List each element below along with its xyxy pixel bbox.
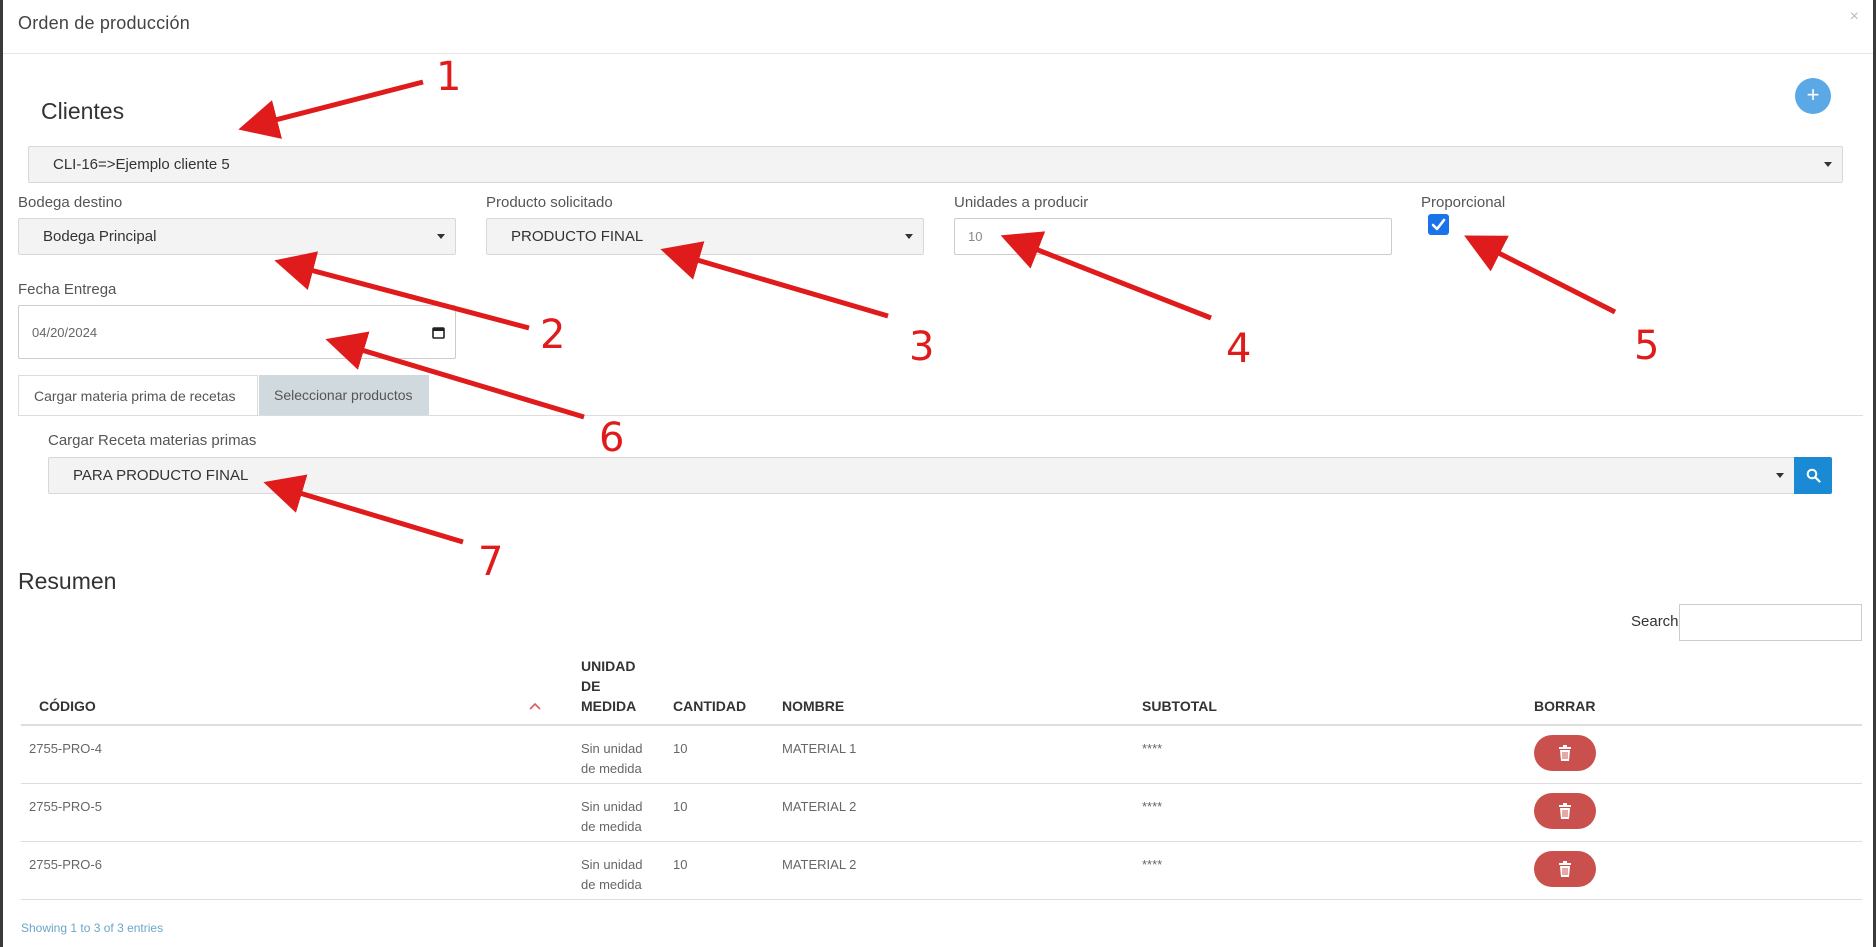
unidades-input[interactable]: 10 — [954, 218, 1392, 255]
modal-title: Orden de producción — [18, 13, 190, 33]
trash-icon — [1559, 861, 1571, 877]
trash-icon — [1559, 803, 1571, 819]
table-row: 2755-PRO-4 Sin unidad de medida 10 MATER… — [21, 725, 1862, 784]
bodega-label: Bodega destino — [18, 194, 123, 211]
cell-codigo: 2755-PRO-4 — [21, 725, 581, 784]
search-label: Search: — [1631, 613, 1683, 630]
cell-codigo: 2755-PRO-6 — [21, 841, 581, 900]
calendar-icon[interactable] — [432, 326, 445, 339]
cell-subtotal: **** — [1142, 841, 1534, 900]
cell-nombre: MATERIAL 2 — [782, 783, 1142, 842]
fecha-value: 04/20/2024 — [32, 325, 98, 340]
cell-borrar — [1534, 725, 1862, 784]
close-icon[interactable]: × — [1850, 8, 1859, 26]
receta-select-value: PARA PRODUCTO FINAL — [73, 467, 249, 484]
col-subtotal[interactable]: SUBTOTAL — [1142, 656, 1534, 726]
search-receta-button[interactable] — [1794, 457, 1832, 494]
col-codigo[interactable]: CÓDIGO — [21, 656, 581, 726]
sort-ascending-icon[interactable] — [529, 702, 541, 710]
col-cantidad[interactable]: CANTIDAD — [673, 656, 782, 726]
cell-codigo: 2755-PRO-5 — [21, 783, 581, 842]
col-cantidad-label: CANTIDAD — [673, 698, 747, 714]
fecha-input[interactable]: 04/20/2024 — [18, 305, 456, 359]
producto-select[interactable]: PRODUCTO FINAL — [486, 218, 924, 255]
check-icon — [1431, 218, 1446, 231]
producto-label: Producto solicitado — [486, 194, 613, 211]
delete-row-button[interactable] — [1534, 735, 1596, 771]
unidades-label: Unidades a producir — [954, 194, 1089, 211]
delete-row-button[interactable] — [1534, 851, 1596, 887]
table-row: 2755-PRO-6 Sin unidad de medida 10 MATER… — [21, 841, 1862, 900]
fecha-label: Fecha Entrega — [18, 281, 117, 298]
col-nombre[interactable]: NOMBRE — [782, 656, 1142, 726]
search-input[interactable] — [1679, 604, 1862, 641]
col-subtotal-label: SUBTOTAL — [1142, 698, 1217, 714]
clientes-heading: Clientes — [41, 98, 125, 124]
delete-row-button[interactable] — [1534, 793, 1596, 829]
tab-label: Cargar materia prima de recetas — [34, 388, 236, 404]
cell-unidad: Sin unidad de medida — [581, 725, 673, 784]
tab-label: Seleccionar productos — [274, 387, 413, 403]
modal-header: Orden de producción × — [3, 0, 1873, 54]
col-borrar-label: BORRAR — [1534, 698, 1596, 714]
plus-icon: + — [1806, 82, 1820, 107]
resumen-heading: Resumen — [18, 568, 117, 594]
bodega-select-value: Bodega Principal — [43, 228, 157, 245]
resumen-table: CÓDIGO UNIDAD DE MEDIDA CANTIDAD NOMBRE … — [21, 656, 1862, 900]
cell-unidad: Sin unidad de medida — [581, 783, 673, 842]
cell-nombre: MATERIAL 2 — [782, 841, 1142, 900]
col-codigo-label: CÓDIGO — [39, 698, 96, 714]
production-order-modal: Orden de producción × Clientes + CLI-16=… — [3, 0, 1873, 947]
col-borrar[interactable]: BORRAR — [1534, 656, 1862, 726]
table-header-row: CÓDIGO UNIDAD DE MEDIDA CANTIDAD NOMBRE … — [21, 656, 1862, 726]
chevron-down-icon — [437, 234, 445, 239]
cell-cantidad: 10 — [673, 841, 782, 900]
tab-seleccionar-productos[interactable]: Seleccionar productos — [259, 375, 429, 416]
cell-cantidad: 10 — [673, 783, 782, 842]
col-unidad-label: UNIDAD DE MEDIDA — [581, 658, 637, 714]
tabs-divider — [18, 415, 1863, 416]
col-unidad[interactable]: UNIDAD DE MEDIDA — [581, 656, 673, 726]
producto-select-value: PRODUCTO FINAL — [511, 228, 644, 245]
chevron-down-icon — [905, 234, 913, 239]
proporcional-label: Proporcional — [1421, 194, 1506, 211]
search-icon — [1806, 468, 1821, 483]
proporcional-checkbox[interactable] — [1428, 214, 1449, 235]
bodega-select[interactable]: Bodega Principal — [18, 218, 456, 255]
add-client-button[interactable]: + — [1795, 78, 1831, 114]
cell-borrar — [1534, 841, 1862, 900]
cell-subtotal: **** — [1142, 783, 1534, 842]
cell-nombre: MATERIAL 1 — [782, 725, 1142, 784]
client-select-value: CLI-16=>Ejemplo cliente 5 — [53, 156, 230, 173]
tab-cargar-materia-prima[interactable]: Cargar materia prima de recetas — [18, 375, 258, 416]
chevron-down-icon — [1824, 162, 1832, 167]
cell-cantidad: 10 — [673, 725, 782, 784]
client-select[interactable]: CLI-16=>Ejemplo cliente 5 — [28, 146, 1843, 183]
cell-unidad: Sin unidad de medida — [581, 841, 673, 900]
chevron-down-icon — [1776, 473, 1784, 478]
receta-label: Cargar Receta materias primas — [48, 432, 257, 449]
cell-subtotal: **** — [1142, 725, 1534, 784]
cell-borrar — [1534, 783, 1862, 842]
unidades-value: 10 — [968, 229, 983, 244]
table-info: Showing 1 to 3 of 3 entries — [21, 921, 164, 935]
trash-icon — [1559, 745, 1571, 761]
receta-select[interactable]: PARA PRODUCTO FINAL — [48, 457, 1795, 494]
table-row: 2755-PRO-5 Sin unidad de medida 10 MATER… — [21, 783, 1862, 842]
col-nombre-label: NOMBRE — [782, 698, 845, 714]
